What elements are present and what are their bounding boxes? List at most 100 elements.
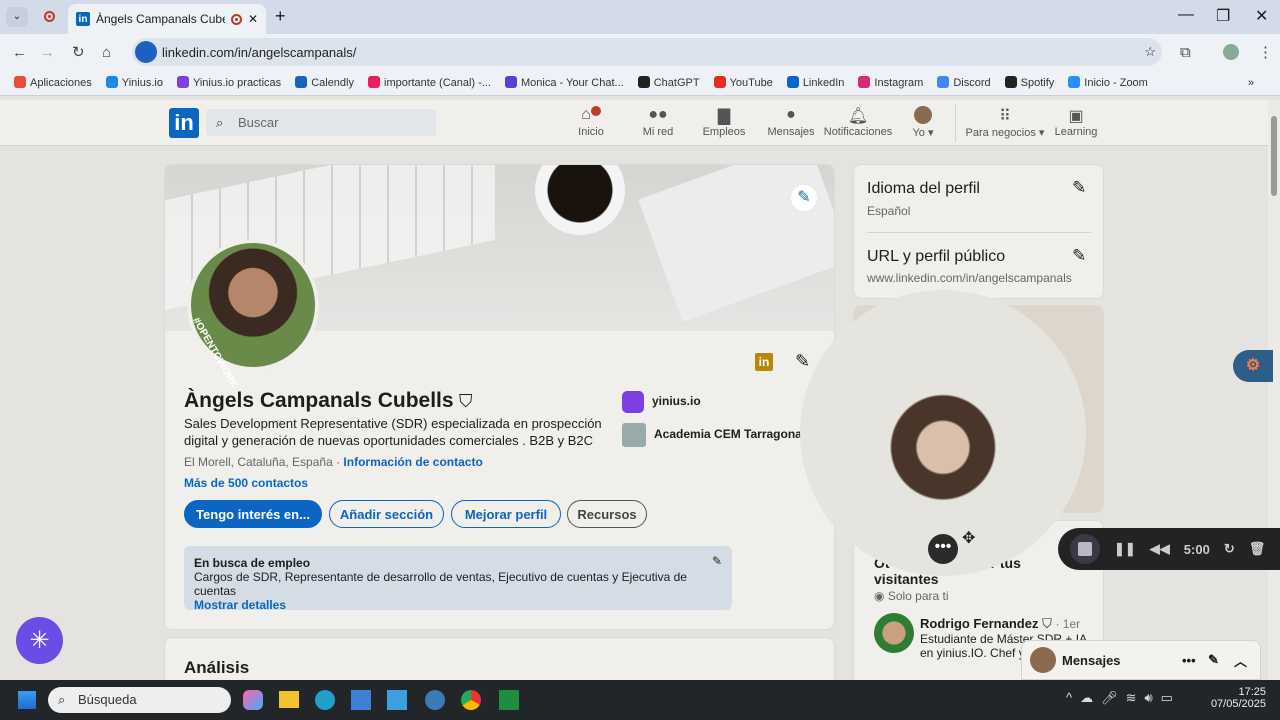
bookmark-item[interactable]: importante (Canal) -...	[368, 76, 491, 89]
profile-photo[interactable]: #OPENTOWORK	[187, 239, 319, 390]
meet-icon[interactable]	[499, 690, 519, 710]
yinius-logo	[622, 391, 644, 413]
assistant-button[interactable]: ✳	[16, 617, 63, 664]
show-details-link[interactable]: Mostrar detalles	[194, 598, 286, 612]
bookmark-item[interactable]: Yinius.io	[105, 76, 163, 89]
bookmark-item[interactable]: Spotify	[1004, 76, 1054, 89]
move-icon[interactable]: ✥	[962, 528, 975, 548]
bookmark-item[interactable]: Instagram	[858, 76, 923, 89]
pause-button[interactable]: ❚❚	[1114, 541, 1136, 557]
hubspot-button[interactable]: ⚙	[1233, 350, 1273, 382]
contact-info-link[interactable]: Información de contacto	[343, 455, 482, 469]
url-field[interactable]: linkedin.com/in/angelscampanals/ ☆	[132, 38, 1162, 66]
nav-notifications[interactable]: 🔔︎ Notificaciones	[823, 106, 893, 138]
restart-button[interactable]: ↻	[1224, 541, 1235, 557]
new-tab-button[interactable]: +	[275, 6, 286, 27]
my-avatar	[1030, 647, 1056, 673]
linkedin-badge-icon[interactable]: in	[755, 353, 773, 371]
browser-tab-strip: ⌄ in Àngels Campanals Cubells | ✕ + — ❐ …	[0, 0, 1280, 34]
menu-icon[interactable]: ⋮	[1258, 43, 1273, 61]
profile-avatar[interactable]	[1223, 44, 1239, 60]
close-tab-icon[interactable]: ✕	[248, 12, 258, 26]
nav-learning[interactable]: ▣ Learning	[1041, 106, 1111, 138]
company-name: Academia CEM Tarragona	[654, 427, 802, 442]
bookmark-favicon-icon	[637, 76, 650, 88]
home-icon[interactable]: ⌂	[102, 44, 111, 61]
search-placeholder: Búsqueda	[78, 692, 137, 707]
python-icon[interactable]	[425, 690, 445, 710]
extensions-icon[interactable]: ⧉	[1180, 44, 1191, 61]
open-to-button[interactable]: Tengo interés en...	[184, 500, 322, 528]
bookmark-item[interactable]: YouTube	[713, 76, 773, 89]
add-section-button[interactable]: Añadir sección	[329, 500, 444, 528]
resources-button[interactable]: Recursos	[567, 500, 647, 528]
tab-list-button[interactable]: ⌄	[6, 7, 28, 27]
edit-url-icon[interactable]: ✎	[1072, 246, 1086, 266]
connections-link[interactable]: Más de 500 contactos	[184, 476, 308, 490]
forward-icon[interactable]: →	[40, 44, 55, 61]
edit-otw-icon[interactable]: ✎	[712, 554, 722, 568]
more-bookmarks-icon[interactable]: »	[1248, 77, 1254, 89]
linkedin-logo[interactable]: in	[169, 108, 199, 138]
company-academia[interactable]: Academia CEM Tarragona	[622, 423, 802, 447]
avatar	[888, 106, 958, 126]
bookmark-star-icon[interactable]: ☆	[1144, 44, 1156, 60]
edit-cover-icon[interactable]: ✎	[791, 185, 817, 211]
nav-messages[interactable]: ● Mensajes	[756, 106, 826, 138]
minimize-button[interactable]: —	[1178, 6, 1194, 24]
bookmark-item[interactable]: Aplicaciones	[14, 76, 92, 89]
nav-business[interactable]: ⠿ Para negocios ▾	[962, 106, 1048, 139]
bookmark-item[interactable]: Yinius.io practicas	[176, 76, 281, 89]
collapse-icon[interactable]: ︿	[1234, 651, 1247, 670]
recording-tab-icon[interactable]	[44, 11, 55, 22]
edge-icon[interactable]	[315, 690, 335, 710]
bookmark-item[interactable]: Discord	[937, 76, 991, 89]
edit-intro-icon[interactable]: ✎	[795, 351, 810, 372]
nav-label: Notificaciones	[823, 126, 893, 138]
rewind-button[interactable]: ◀◀	[1150, 541, 1170, 557]
explorer-icon[interactable]	[279, 691, 299, 708]
company-yinius[interactable]: yinius.io	[622, 391, 701, 413]
clock[interactable]: 17:25 07/05/2025	[1200, 686, 1266, 710]
search-input[interactable]: ⌕ Buscar	[206, 109, 436, 136]
home-icon: ⌂1	[556, 106, 626, 126]
nav-home[interactable]: ⌂1Inicio	[556, 106, 626, 138]
messaging-bar[interactable]: Mensajes ••• ✎ ︿	[1021, 640, 1261, 680]
bookmark-label: importante (Canal) -...	[384, 77, 491, 89]
bookmark-label: YouTube	[729, 77, 773, 89]
copilot-icon[interactable]	[243, 690, 263, 710]
more-options-button[interactable]: •••	[928, 534, 958, 564]
maximize-button[interactable]: ❐	[1216, 6, 1230, 26]
compose-icon[interactable]: ✎	[1208, 652, 1219, 668]
taskbar-search[interactable]: ⌕ Búsqueda	[48, 687, 231, 713]
divider	[955, 104, 956, 142]
bookmark-item[interactable]: Inicio - Zoom	[1068, 76, 1148, 89]
chrome-icon[interactable]	[461, 690, 481, 710]
more-icon[interactable]: •••	[1182, 653, 1196, 668]
reload-icon[interactable]: ↻	[72, 43, 85, 61]
close-window-button[interactable]: ✕	[1255, 6, 1268, 26]
stop-button[interactable]	[1070, 534, 1100, 564]
bookmark-item[interactable]: ChatGPT	[637, 76, 700, 89]
store-icon[interactable]	[351, 690, 371, 710]
nav-jobs[interactable]: ▇ Empleos	[689, 106, 759, 138]
bookmark-item[interactable]: Calendly	[295, 76, 354, 89]
edit-lang-icon[interactable]: ✎	[1072, 178, 1086, 198]
improve-profile-button[interactable]: Mejorar perfil	[451, 500, 561, 528]
tray-icons[interactable]: ^☁🎤︎≋🔊︎▭	[1066, 690, 1181, 706]
back-icon[interactable]: ←	[12, 44, 27, 61]
analysis-title: Análisis	[184, 658, 250, 677]
delete-button[interactable]: 🗑︎	[1249, 541, 1266, 557]
nav-label: Empleos	[702, 126, 746, 138]
nav-network[interactable]: ●● Mi red	[623, 106, 693, 138]
bookmark-item[interactable]: Monica - Your Chat...	[504, 76, 624, 89]
open-to-work-box: En busca de empleo Cargos de SDR, Repres…	[184, 546, 732, 612]
nav-me[interactable]: Yo ▾	[888, 106, 958, 139]
start-button[interactable]	[18, 691, 36, 709]
app-icon[interactable]	[387, 690, 407, 710]
page-scrollbar[interactable]	[1268, 100, 1280, 680]
viewer-avatar[interactable]	[874, 613, 914, 653]
active-tab[interactable]: in Àngels Campanals Cubells | ✕	[68, 4, 266, 34]
bookmark-item[interactable]: LinkedIn	[786, 76, 844, 89]
webcam-bubble[interactable]: ••• ✥	[800, 290, 1086, 576]
